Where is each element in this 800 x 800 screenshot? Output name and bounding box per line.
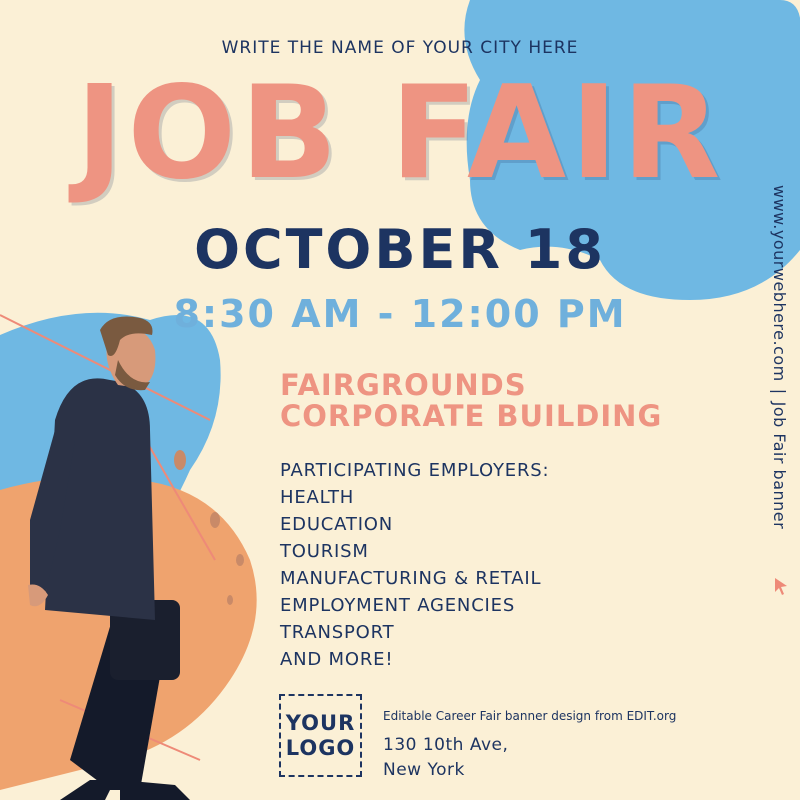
employer-item: MANUFACTURING & RETAIL [280, 568, 542, 589]
side-caption: www.yourwebhere.com | Job Fair banner [768, 185, 792, 600]
side-separator: | [770, 388, 790, 395]
event-title: JOB FAIR [75, 59, 725, 208]
venue-line-2: CORPORATE BUILDING [280, 399, 663, 433]
logo-line-1: YOUR [285, 710, 356, 735]
employer-item: TOURISM [280, 541, 369, 562]
cursor-arrow-icon [775, 578, 787, 595]
event-time: 8:30 AM - 12:00 PM [173, 292, 627, 336]
employer-item: AND MORE! [280, 649, 394, 670]
address-line-1: 130 10th Ave, [383, 735, 509, 755]
employer-item: HEALTH [280, 487, 355, 508]
side-label: Job Fair banner [770, 401, 790, 530]
side-url: www.yourwebhere.com [770, 185, 790, 382]
address: 130 10th Ave, New York [383, 733, 508, 783]
logo-placeholder: YOUR LOGO [279, 694, 362, 777]
employers-list: PARTICIPATING EMPLOYERS: HEALTH EDUCATIO… [280, 457, 549, 673]
design-credit: Editable Career Fair banner design from … [383, 709, 677, 723]
venue: FAIRGROUNDS CORPORATE BUILDING [280, 370, 662, 432]
employer-item: EMPLOYMENT AGENCIES [280, 595, 516, 616]
side-caption-text: www.yourwebhere.com | Job Fair banner [768, 185, 792, 600]
employer-item: EDUCATION [280, 514, 394, 535]
address-line-2: New York [383, 760, 465, 780]
job-fair-poster: WRITE THE NAME OF YOUR CITY HERE JOB FAI… [0, 0, 800, 800]
city-placeholder-text: WRITE THE NAME OF YOUR CITY HERE [221, 38, 579, 58]
employer-item: TRANSPORT [280, 622, 395, 643]
event-date: OCTOBER 18 [194, 218, 606, 281]
employers-heading: PARTICIPATING EMPLOYERS: [280, 460, 550, 481]
logo-line-2: LOGO [285, 735, 356, 760]
venue-line-1: FAIRGROUNDS [280, 368, 527, 402]
